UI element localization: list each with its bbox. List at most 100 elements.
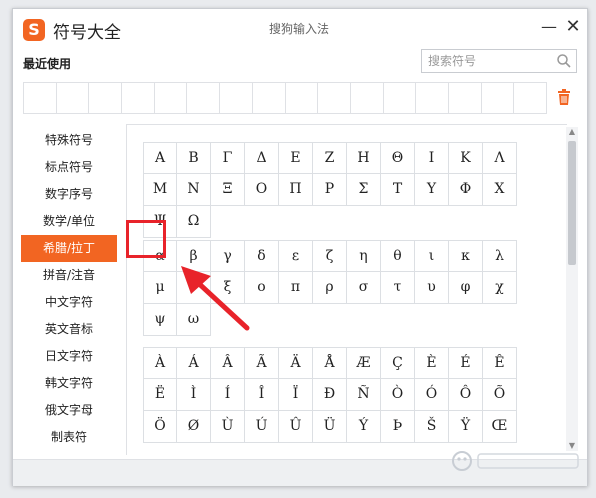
symbol-cell[interactable]: Ò [381,379,415,411]
symbol-cell[interactable]: δ [245,240,279,272]
recent-slot[interactable] [155,83,188,113]
sidebar-item-1[interactable]: 标点符号 [21,154,117,181]
symbol-cell[interactable]: β [177,240,211,272]
symbol-cell[interactable]: Ö [143,411,177,443]
sidebar-item-11[interactable]: 制表符 [21,424,117,451]
symbol-cell[interactable]: ν [177,272,211,304]
scroll-down-icon[interactable]: ▼ [566,441,578,451]
recent-slot[interactable] [416,83,449,113]
symbol-cell[interactable]: Ñ [347,379,381,411]
symbol-cell[interactable]: Ε [279,142,313,174]
sidebar-item-3[interactable]: 数学/单位 [21,208,117,235]
symbol-cell[interactable]: Ô [449,379,483,411]
symbol-cell[interactable]: Ë [143,379,177,411]
symbol-cell[interactable]: Í [211,379,245,411]
symbol-cell[interactable]: Ð [313,379,347,411]
symbol-cell[interactable]: Τ [381,174,415,206]
recent-slot[interactable] [449,83,482,113]
recent-slot[interactable] [286,83,319,113]
sidebar-item-2[interactable]: 数字序号 [21,181,117,208]
sidebar-item-5[interactable]: 拼音/注音 [21,262,117,289]
close-button[interactable]: ✕ [563,17,583,37]
symbol-cell[interactable]: ε [279,240,313,272]
symbol-cell[interactable]: υ [415,272,449,304]
symbol-cell[interactable]: ω [177,304,211,336]
symbol-cell[interactable]: Š [415,411,449,443]
sidebar-item-9[interactable]: 韩文字符 [21,370,117,397]
symbol-cell[interactable]: χ [483,272,517,304]
symbol-cell[interactable]: σ [347,272,381,304]
recent-slot[interactable] [482,83,515,113]
symbol-cell[interactable]: Ø [177,411,211,443]
sidebar-item-4[interactable]: 希腊/拉丁 [21,235,117,262]
recent-slot[interactable] [24,83,57,113]
minimize-button[interactable]: — [539,17,559,37]
symbol-cell[interactable]: Θ [381,142,415,174]
symbol-cell[interactable]: Ο [245,174,279,206]
symbol-cell[interactable]: Ι [415,142,449,174]
symbol-cell[interactable]: Π [279,174,313,206]
symbol-cell[interactable]: ζ [313,240,347,272]
symbol-cell[interactable]: Ó [415,379,449,411]
sidebar-item-10[interactable]: 俄文字母 [21,397,117,424]
symbol-cell[interactable]: Ä [279,347,313,379]
symbol-cell[interactable]: Α [143,142,177,174]
symbol-cell[interactable]: Â [211,347,245,379]
symbol-cell[interactable]: Ψ [143,206,177,238]
symbol-cell[interactable]: Ν [177,174,211,206]
symbol-cell[interactable]: Ω [177,206,211,238]
sidebar-item-8[interactable]: 日文字符 [21,343,117,370]
symbol-cell[interactable]: Δ [245,142,279,174]
symbol-cell[interactable]: α [143,240,177,272]
symbol-cell[interactable]: ξ [211,272,245,304]
symbol-cell[interactable]: Æ [347,347,381,379]
symbol-cell[interactable]: Ü [313,411,347,443]
symbol-cell[interactable]: κ [449,240,483,272]
symbol-cell[interactable]: Ç [381,347,415,379]
recent-slot[interactable] [318,83,351,113]
symbol-cell[interactable]: Μ [143,174,177,206]
recent-slot[interactable] [89,83,123,113]
scroll-thumb[interactable] [568,141,576,265]
trash-icon[interactable] [557,89,571,105]
recent-slot[interactable] [253,83,286,113]
symbol-cell[interactable]: ψ [143,304,177,336]
symbol-cell[interactable]: Þ [381,411,415,443]
recent-slot[interactable] [220,83,253,113]
recent-slot[interactable] [122,83,155,113]
scroll-up-icon[interactable]: ▲ [566,127,578,137]
symbol-cell[interactable]: Χ [483,174,517,206]
symbol-cell[interactable]: γ [211,240,245,272]
symbol-cell[interactable]: λ [483,240,517,272]
recent-slot[interactable] [514,83,546,113]
symbol-cell[interactable]: Û [279,411,313,443]
symbol-cell[interactable]: Ù [211,411,245,443]
symbol-cell[interactable]: È [415,347,449,379]
recent-slot[interactable] [187,83,221,113]
title-bar[interactable]: S 符号大全 搜狗输入法 — ✕ [13,9,587,49]
symbol-cell[interactable]: ο [245,272,279,304]
sidebar-item-7[interactable]: 英文音标 [21,316,117,343]
symbol-cell[interactable]: Υ [415,174,449,206]
search-icon[interactable] [556,53,572,69]
symbol-cell[interactable]: Σ [347,174,381,206]
symbol-cell[interactable]: Œ [483,411,517,443]
symbol-cell[interactable]: Β [177,142,211,174]
symbol-cell[interactable]: Ρ [313,174,347,206]
recent-slot[interactable] [384,83,417,113]
symbol-cell[interactable]: Ζ [313,142,347,174]
symbol-cell[interactable]: Η [347,142,381,174]
recent-slot[interactable] [351,83,384,113]
symbol-cell[interactable]: Ì [177,379,211,411]
symbol-cell[interactable]: Á [177,347,211,379]
symbol-cell[interactable]: É [449,347,483,379]
symbol-cell[interactable]: Κ [449,142,483,174]
symbol-cell[interactable]: Γ [211,142,245,174]
symbol-cell[interactable]: η [347,240,381,272]
symbol-cell[interactable]: Î [245,379,279,411]
symbol-cell[interactable]: Ï [279,379,313,411]
symbol-cell[interactable]: Ú [245,411,279,443]
symbol-cell[interactable]: Ê [483,347,517,379]
recent-slot[interactable] [57,83,90,113]
symbol-cell[interactable]: Å [313,347,347,379]
